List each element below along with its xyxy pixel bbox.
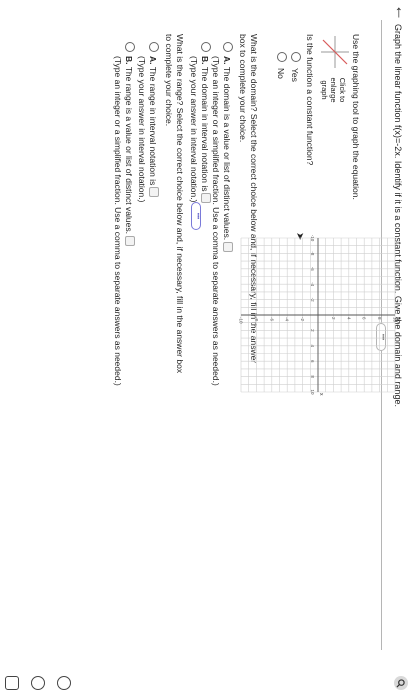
range-option-a[interactable]: A. The range in interval notation is (Ty… <box>136 42 159 202</box>
range-option-b[interactable]: B. The range is a value or list of disti… <box>112 42 135 386</box>
y-tick-label: -4 <box>285 317 290 321</box>
popout-icon[interactable] <box>5 676 19 690</box>
problem-page: ← Graph the linear function f(x)=-2x. Id… <box>0 0 411 700</box>
range-a-text: The range in interval notation is <box>148 66 158 186</box>
back-arrow-icon[interactable]: ← <box>392 4 411 21</box>
y-tick-label: -2 <box>300 317 305 321</box>
zoom-in-icon[interactable] <box>57 676 71 690</box>
y-tick-label: -6 <box>269 317 274 321</box>
range-b-radio[interactable] <box>125 42 135 52</box>
domain-a-letter: A. <box>222 56 232 65</box>
zoom-out-icon[interactable] <box>31 676 45 690</box>
domain-b-hint: (Type your answer in interval notation.) <box>189 56 199 203</box>
x-tick-label: 2 <box>310 329 315 332</box>
no-radio[interactable] <box>277 52 287 62</box>
range-a-hint: (Type your answer in interval notation.) <box>137 56 147 203</box>
domain-b-answer-box[interactable] <box>201 193 211 204</box>
domain-a-text: The domain is a value or list of distinc… <box>222 66 232 241</box>
domain-b-letter: B. <box>200 56 210 65</box>
domain-b-radio[interactable] <box>201 42 211 52</box>
coordinate-grid[interactable]: -10 -8 -6 -4 -2 2 4 6 8 10 10 8 6 4 2 -2 -4 -6 -8 -10 x Ay <box>231 230 403 400</box>
x-axis-label: x <box>318 393 324 396</box>
y-tick-label: -8 <box>254 317 259 321</box>
y-axis-label: Ay <box>394 317 400 323</box>
domain-a-radio[interactable] <box>223 42 233 52</box>
domain-b-text: The domain in interval notation is <box>200 66 210 192</box>
domain-option-a[interactable]: A. The domain is a value or list of dist… <box>210 42 233 386</box>
x-tick-label: 4 <box>310 345 315 348</box>
x-tick-label: 6 <box>310 360 315 363</box>
x-tick-label: 8 <box>310 375 315 378</box>
expand-pill-button-2[interactable]: ••• <box>191 202 201 230</box>
x-tick-label: -2 <box>310 298 315 302</box>
search-icon[interactable] <box>394 676 408 690</box>
y-tick-label: -10 <box>239 317 244 324</box>
enlarge-line-2: enlarge <box>329 77 338 103</box>
no-label[interactable]: No <box>276 68 286 79</box>
domain-option-b[interactable]: B. The domain in interval notation is (T… <box>188 42 211 204</box>
range-b-letter: B. <box>124 56 134 65</box>
range-b-answer-box[interactable] <box>125 235 135 246</box>
enlarge-graph-link[interactable]: Click to enlarge graph <box>320 70 347 110</box>
x-tick-label: -10 <box>310 235 315 242</box>
x-tick-label: -6 <box>310 267 315 271</box>
x-tick-label: -4 <box>310 282 315 286</box>
x-tick-label: -8 <box>310 251 315 255</box>
range-a-answer-box[interactable] <box>149 187 159 198</box>
range-prompt: What is the range? Select the correct ch… <box>164 34 185 374</box>
range-b-hint: (Type an integer or a simplified fractio… <box>113 56 123 386</box>
range-b-text: The range is a value or list of distinct… <box>124 66 134 234</box>
yes-label[interactable]: Yes <box>290 68 300 82</box>
yes-radio[interactable] <box>291 52 301 62</box>
enlarge-line-3: graph <box>320 80 329 100</box>
domain-a-hint: (Type an integer or a simplified fractio… <box>211 56 221 386</box>
x-tick-label: 10 <box>310 389 315 395</box>
instruction-text: Use the graphing tool to graph the equat… <box>351 34 361 200</box>
constant-question: Is the function a constant function? <box>305 34 315 166</box>
enlarge-line-1: Click to <box>338 77 347 103</box>
graph-thumbnail[interactable] <box>321 36 349 68</box>
range-a-radio[interactable] <box>149 42 159 52</box>
range-a-letter: A. <box>148 56 158 65</box>
